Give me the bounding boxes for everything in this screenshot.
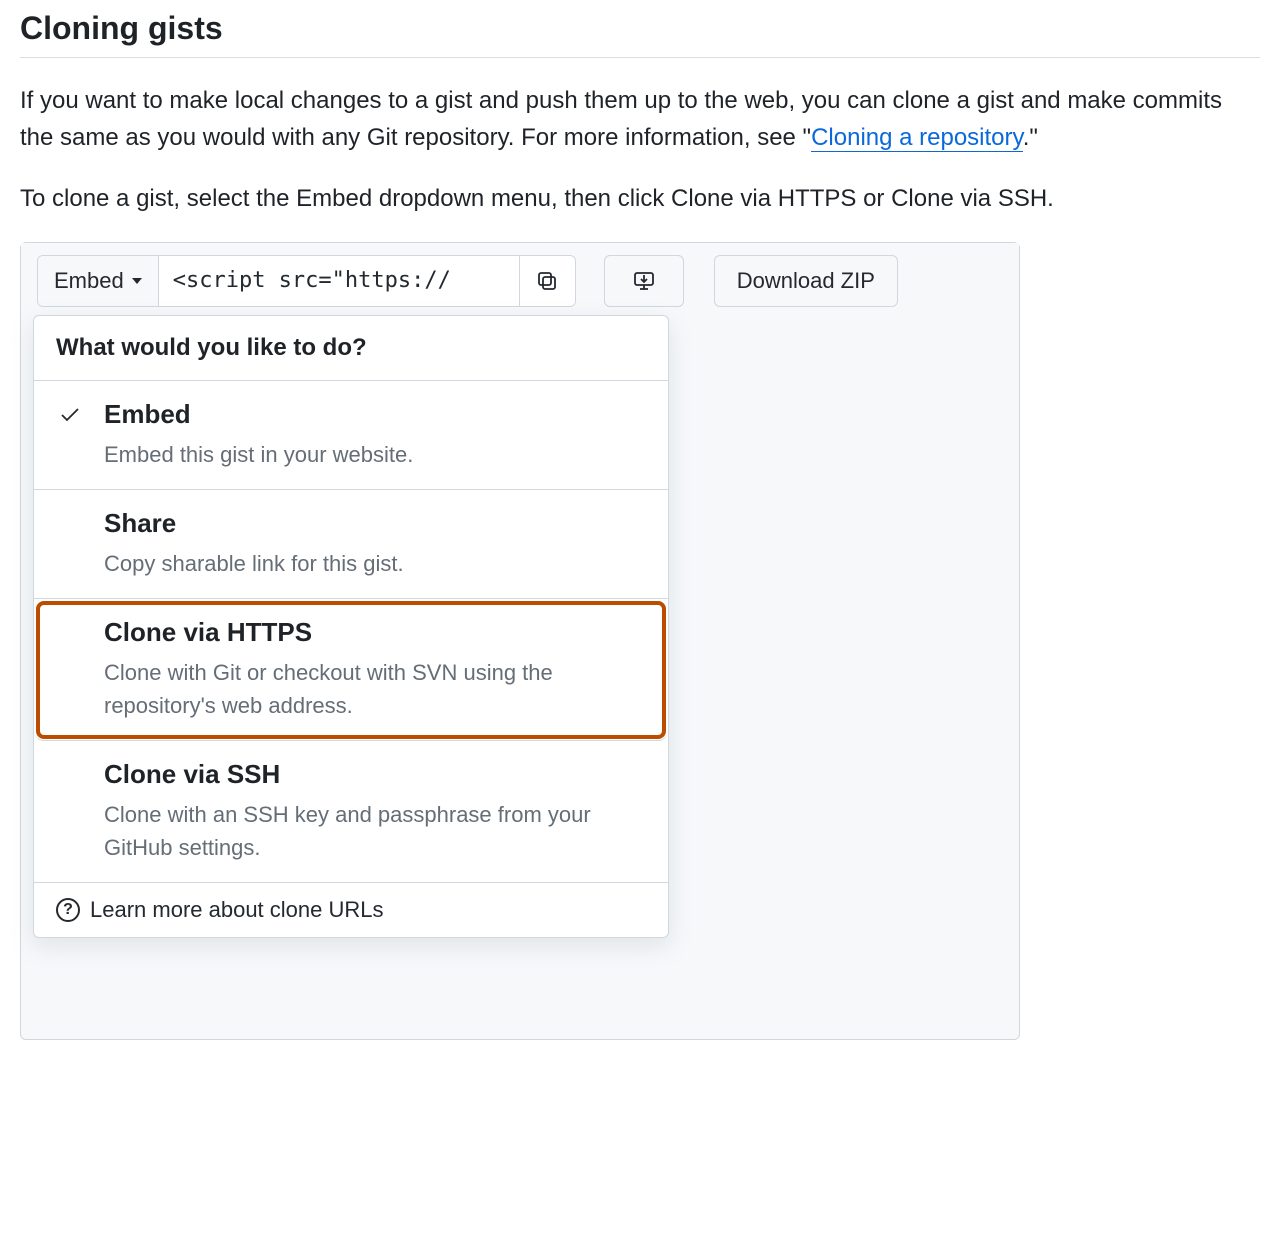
dropdown-item-clone-ssh[interactable]: Clone via SSH Clone with an SSH key and … <box>34 741 668 883</box>
embed-dropdown-menu: What would you like to do? Embed Embed t… <box>33 315 669 938</box>
caret-down-icon <box>132 278 142 284</box>
download-zip-button[interactable]: Download ZIP <box>714 255 898 307</box>
intro-paragraph-2: To clone a gist, select the Embed dropdo… <box>20 180 1260 217</box>
dropdown-footer-text: Learn more about clone URLs <box>90 897 384 923</box>
para1-post: ." <box>1023 124 1038 151</box>
embed-dropdown-label: Embed <box>54 268 124 294</box>
cloning-repo-link[interactable]: Cloning a repository <box>811 124 1023 152</box>
intro-paragraph-1: If you want to make local changes to a g… <box>20 82 1260 156</box>
dropdown-item-desc: Clone with Git or checkout with SVN usin… <box>104 656 646 722</box>
dropdown-item-desc: Clone with an SSH key and passphrase fro… <box>104 798 646 864</box>
desktop-download-icon <box>632 269 656 293</box>
dropdown-item-embed[interactable]: Embed Embed this gist in your website. <box>34 381 668 490</box>
dropdown-item-title: Clone via HTTPS <box>104 617 646 648</box>
dropdown-header: What would you like to do? <box>34 316 668 381</box>
question-circle-icon: ? <box>56 898 80 922</box>
dropdown-item-title: Embed <box>104 399 646 430</box>
embed-dropdown-button[interactable]: Embed <box>38 256 159 306</box>
gist-toolbar-screenshot: Embed Download ZIP What would yo <box>20 242 1020 1040</box>
embed-url-input[interactable] <box>159 256 519 306</box>
dropdown-item-title: Clone via SSH <box>104 759 646 790</box>
copy-url-button[interactable] <box>519 256 575 306</box>
desktop-download-button[interactable] <box>604 255 684 307</box>
dropdown-item-share[interactable]: Share Copy sharable link for this gist. <box>34 490 668 599</box>
dropdown-item-clone-https[interactable]: Clone via HTTPS Clone with Git or checko… <box>34 599 668 741</box>
embed-url-group: Embed <box>37 255 576 307</box>
copy-icon <box>535 269 559 293</box>
dropdown-item-desc: Copy sharable link for this gist. <box>104 547 646 580</box>
section-heading: Cloning gists <box>20 10 1260 58</box>
gist-toolbar: Embed Download ZIP <box>21 243 1019 319</box>
dropdown-footer-link[interactable]: ? Learn more about clone URLs <box>34 883 668 937</box>
check-icon <box>58 403 82 433</box>
dropdown-item-desc: Embed this gist in your website. <box>104 438 646 471</box>
dropdown-item-title: Share <box>104 508 646 539</box>
para1-pre: If you want to make local changes to a g… <box>20 87 1222 151</box>
